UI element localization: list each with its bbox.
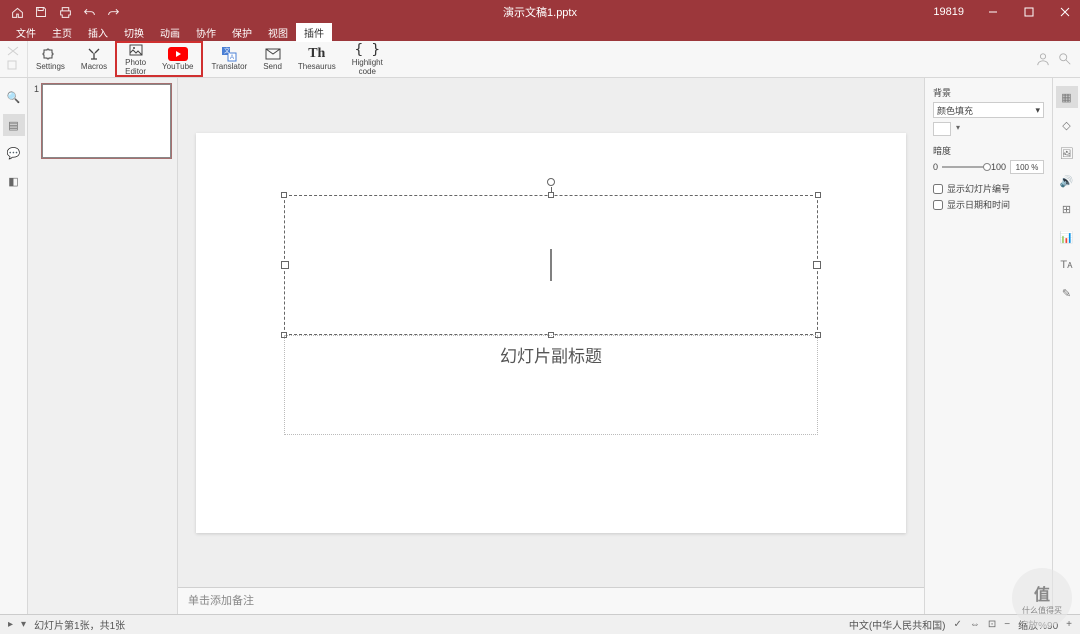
highlighted-plugins: Photo Editor YouTube xyxy=(115,41,203,77)
text-cursor xyxy=(551,249,552,281)
resize-handle[interactable] xyxy=(548,192,554,198)
zoom-level[interactable]: 缩放%90 xyxy=(1018,617,1058,632)
menu-协作[interactable]: 协作 xyxy=(188,23,224,42)
ribbon: Settings Macros Photo Editor YouTube 文A … xyxy=(0,41,1080,78)
slide-thumbnail[interactable] xyxy=(42,84,171,158)
rotate-handle[interactable] xyxy=(547,178,555,186)
language-indicator[interactable]: 中文(中华人民共和国) xyxy=(849,617,946,632)
menu-主页[interactable]: 主页 xyxy=(44,23,80,42)
highlight-code-button[interactable]: { } Highlight code xyxy=(344,41,391,77)
workspace: 🔍 ▤ 💬 ◧ 1 幻灯片副 xyxy=(0,78,1080,614)
shape-settings-icon[interactable]: ◇ xyxy=(1056,114,1078,136)
background-label: 背景 xyxy=(933,86,1044,99)
translator-button[interactable]: 文A Translator xyxy=(203,41,255,77)
print-icon[interactable] xyxy=(58,5,72,19)
color-picker[interactable] xyxy=(933,122,951,136)
right-rail: ▦ ◇ 🖼 🔊 ⊞ 📊 Tᴀ ✎ xyxy=(1052,78,1080,614)
menu-切换[interactable]: 切换 xyxy=(116,23,152,42)
search-icon[interactable] xyxy=(1058,52,1072,66)
status-bar: ▸ ▾ 幻灯片第1张，共1张 中文(中华人民共和国) ✓ ⇔ ⊡ − 缩放%90… xyxy=(0,614,1080,634)
photo-icon xyxy=(128,42,144,58)
svg-text:文: 文 xyxy=(224,47,230,55)
fit-width-icon[interactable]: ⇔ xyxy=(970,619,980,630)
dropdown-icon[interactable]: ▾ xyxy=(21,619,26,630)
signature-icon[interactable]: ✎ xyxy=(1056,282,1078,304)
properties-panel: 背景 颜色填充▾ 暗度 0 100 100 % 显示幻灯片编号 显示日期和时间 xyxy=(924,78,1052,614)
slide-counter: 幻灯片第1张，共1张 xyxy=(34,617,125,632)
macros-button[interactable]: Macros xyxy=(73,41,115,77)
home-icon[interactable] xyxy=(10,5,24,19)
thumbnail-panel: 1 xyxy=(28,78,178,614)
code-icon: { } xyxy=(355,42,380,58)
menu-bar: 文件主页插入切换动画协作保护视图插件 xyxy=(0,24,1080,41)
canvas-area: 幻灯片副标题 单击添加备注 xyxy=(178,78,924,614)
thesaurus-icon: Th xyxy=(308,46,325,62)
maximize-button[interactable] xyxy=(1014,0,1044,24)
menu-保护[interactable]: 保护 xyxy=(224,23,260,42)
settings-button[interactable]: Settings xyxy=(28,41,73,77)
youtube-icon xyxy=(168,46,188,62)
slide-settings-icon[interactable]: ▦ xyxy=(1056,86,1078,108)
slides-tool[interactable]: ▤ xyxy=(3,114,25,136)
table-settings-icon[interactable]: ⊞ xyxy=(1056,198,1078,220)
menu-动画[interactable]: 动画 xyxy=(152,23,188,42)
user-icon[interactable] xyxy=(1036,52,1050,66)
save-icon[interactable] xyxy=(34,5,48,19)
left-rail: 🔍 ▤ 💬 ◧ xyxy=(0,78,28,614)
title-bar: 演示文稿1.pptx 19819 xyxy=(0,0,1080,24)
translate-icon: 文A xyxy=(221,46,237,62)
user-name[interactable]: 19819 xyxy=(925,6,972,18)
zoom-in-button[interactable]: + xyxy=(1066,619,1072,630)
title-placeholder[interactable] xyxy=(284,195,818,335)
show-datetime-checkbox[interactable]: 显示日期和时间 xyxy=(933,198,1044,211)
menu-文件[interactable]: 文件 xyxy=(8,23,44,42)
mail-icon xyxy=(265,46,281,62)
resize-handle[interactable] xyxy=(815,192,821,198)
fill-type-select[interactable]: 颜色填充▾ xyxy=(933,102,1044,118)
youtube-button[interactable]: YouTube xyxy=(154,43,201,75)
comments-tool[interactable]: 💬 xyxy=(3,142,25,164)
text-settings-icon[interactable]: Tᴀ xyxy=(1056,254,1078,276)
undo-icon[interactable] xyxy=(82,5,96,19)
play-icon[interactable]: ▸ xyxy=(8,619,13,630)
spellcheck-icon[interactable]: ✓ xyxy=(954,619,962,630)
audio-settings-icon[interactable]: 🔊 xyxy=(1056,170,1078,192)
redo-icon[interactable] xyxy=(106,5,120,19)
document-title: 演示文稿1.pptx xyxy=(503,4,577,20)
slide-number: 1 xyxy=(34,84,42,158)
close-button[interactable] xyxy=(1050,0,1080,24)
image-settings-icon[interactable]: 🖼 xyxy=(1056,142,1078,164)
subtitle-placeholder[interactable]: 幻灯片副标题 xyxy=(284,335,818,435)
fit-page-icon[interactable]: ⊡ xyxy=(988,619,996,630)
notes-pane[interactable]: 单击添加备注 xyxy=(178,587,924,614)
show-slide-number-checkbox[interactable]: 显示幻灯片编号 xyxy=(933,182,1044,195)
svg-text:A: A xyxy=(230,55,234,61)
menu-视图[interactable]: 视图 xyxy=(260,23,296,42)
opacity-label: 暗度 xyxy=(933,144,1044,157)
resize-handle[interactable] xyxy=(281,192,287,198)
send-button[interactable]: Send xyxy=(255,41,290,77)
minimize-button[interactable] xyxy=(978,0,1008,24)
puzzle-icon xyxy=(42,46,58,62)
opacity-slider[interactable] xyxy=(942,166,987,168)
chart-settings-icon[interactable]: 📊 xyxy=(1056,226,1078,248)
opacity-value[interactable]: 100 % xyxy=(1010,160,1044,174)
paste-icon[interactable] xyxy=(7,60,21,72)
slide[interactable]: 幻灯片副标题 xyxy=(196,133,906,533)
search-tool[interactable]: 🔍 xyxy=(3,86,25,108)
photo-editor-button[interactable]: Photo Editor xyxy=(117,43,154,75)
chat-tool[interactable]: ◧ xyxy=(3,170,25,192)
menu-插入[interactable]: 插入 xyxy=(80,23,116,42)
thesaurus-button[interactable]: Th Thesaurus xyxy=(290,41,344,77)
ribbon-quick-tools xyxy=(0,41,28,77)
menu-插件[interactable]: 插件 xyxy=(296,23,332,42)
tools-icon xyxy=(86,46,102,62)
cut-icon[interactable] xyxy=(7,46,21,58)
zoom-out-button[interactable]: − xyxy=(1004,619,1010,630)
